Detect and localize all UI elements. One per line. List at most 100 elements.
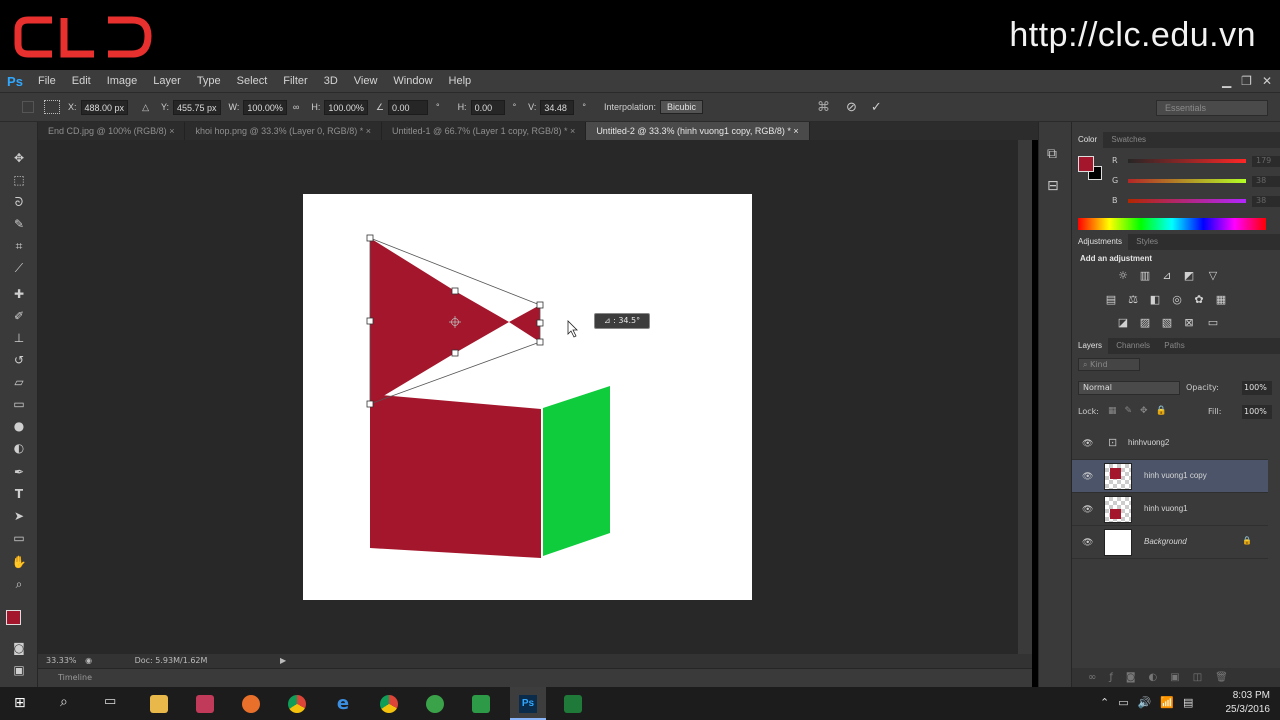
menu-help[interactable]: Help <box>441 75 480 87</box>
healing-brush-icon[interactable]: ✚ <box>10 286 28 302</box>
g-slider[interactable]: G 38 <box>1112 176 1280 188</box>
zoom-tool-icon[interactable]: ⌕ <box>10 576 28 592</box>
channel-mixer-icon[interactable]: ✿ <box>1192 294 1206 306</box>
taskbar-active-app[interactable]: Ps <box>510 687 546 720</box>
height-field[interactable]: 100.00% <box>324 99 368 115</box>
reference-point-icon[interactable] <box>44 100 60 114</box>
lasso-tool-icon[interactable]: ᘐ <box>10 194 28 210</box>
move-tool-icon[interactable]: ✥ <box>10 150 28 166</box>
minimize-icon[interactable]: ▁ <box>1222 74 1231 88</box>
tab-channels[interactable]: Channels <box>1110 341 1156 350</box>
menu-image[interactable]: Image <box>99 75 146 87</box>
layer-filter-select[interactable]: ⌕ Kind <box>1078 358 1140 371</box>
gradient-tool-icon[interactable]: ▭ <box>10 396 28 412</box>
visibility-eye-icon[interactable]: 👁 <box>1082 537 1094 547</box>
width-field[interactable]: 100.00% <box>243 99 287 115</box>
history-brush-icon[interactable]: ↺ <box>10 352 28 368</box>
curves-icon[interactable]: ⊿ <box>1160 270 1174 282</box>
tab-untitled-1[interactable]: Untitled-1 @ 66.7% (Layer 1 copy, RGB/8)… <box>382 122 587 140</box>
angle-field[interactable]: 0.00 <box>387 99 428 115</box>
tab-swatches[interactable]: Swatches <box>1105 135 1152 144</box>
vertical-scrollbar[interactable] <box>1018 140 1032 654</box>
zoom-level[interactable]: 33.33% <box>46 656 77 665</box>
color-lookup-icon[interactable]: ▦ <box>1214 294 1228 306</box>
black-white-icon[interactable]: ◧ <box>1148 294 1162 306</box>
screen-mode-icon[interactable]: ▣ <box>10 662 28 678</box>
shape-tool-icon[interactable]: ▭ <box>10 530 28 546</box>
tab-color[interactable]: Color <box>1072 132 1104 148</box>
stamp-tool-icon[interactable]: ⊥ <box>10 330 28 346</box>
task-view-icon[interactable]: ▭ <box>104 694 122 710</box>
internet-explorer-icon[interactable]: e <box>334 695 352 713</box>
blend-mode-select[interactable]: Normal <box>1078 381 1180 395</box>
menu-layer[interactable]: Layer <box>145 75 189 87</box>
brush-tool-icon[interactable]: ✐ <box>10 308 28 324</box>
visibility-eye-icon[interactable]: 👁 <box>1082 438 1094 448</box>
timeline-panel[interactable]: Timeline <box>38 668 1032 687</box>
file-explorer-icon[interactable] <box>150 695 168 713</box>
document-canvas[interactable] <box>303 194 752 600</box>
menu-select[interactable]: Select <box>229 75 276 87</box>
transform-preset-icon[interactable] <box>22 101 34 113</box>
marquee-tool-icon[interactable]: ⬚ <box>10 172 28 188</box>
menu-3d[interactable]: 3D <box>316 75 346 87</box>
warp-icon[interactable]: ⌘ <box>817 99 830 115</box>
crop-tool-icon[interactable]: ⌗ <box>10 238 28 254</box>
layer-row[interactable]: 👁 ⊡ hinhvuong2 <box>1072 427 1268 460</box>
eyedropper-tool-icon[interactable]: ⟋ <box>10 260 28 276</box>
y-field[interactable]: 455.75 px <box>173 99 221 115</box>
system-tray-icons[interactable]: ⌃▭🔊📶▤ <box>1100 696 1202 709</box>
tab-adjustments[interactable]: Adjustments <box>1072 234 1129 250</box>
foreground-color-swatch[interactable] <box>6 610 21 625</box>
search-icon[interactable]: ⌕ <box>60 694 76 710</box>
exposure-icon[interactable]: ◩ <box>1182 270 1196 282</box>
menu-edit[interactable]: Edit <box>64 75 99 87</box>
layer-row[interactable]: 👁 hinh vuong1 <box>1072 493 1268 526</box>
workspace-select[interactable]: Essentials <box>1156 100 1268 116</box>
menu-view[interactable]: View <box>346 75 386 87</box>
vskew-field[interactable]: 34.48 <box>540 99 575 115</box>
x-field[interactable]: 488.00 px <box>80 99 129 115</box>
quick-select-tool-icon[interactable]: ✎ <box>10 216 28 232</box>
lock-icons[interactable]: ▦✎✥🔒 <box>1108 406 1175 416</box>
fill-field[interactable]: 100% <box>1242 405 1272 419</box>
tab-untitled-2[interactable]: Untitled-2 @ 33.3% (hinh vuong1 copy, RG… <box>586 122 810 140</box>
taskbar-clock[interactable]: 8:03 PM 25/3/2016 <box>1226 689 1271 717</box>
app-icon[interactable] <box>196 695 214 713</box>
tab-styles[interactable]: Styles <box>1130 237 1164 246</box>
camtasia-recorder-icon[interactable] <box>564 695 582 713</box>
close-tab-icon[interactable]: × <box>169 126 174 136</box>
close-tab-icon[interactable]: × <box>366 126 371 136</box>
visibility-eye-icon[interactable]: 👁 <box>1082 471 1094 481</box>
levels-icon[interactable]: ▥ <box>1138 270 1152 282</box>
menu-filter[interactable]: Filter <box>275 75 315 87</box>
restore-icon[interactable]: ❐ <box>1241 74 1252 88</box>
hskew-field[interactable]: 0.00 <box>470 99 505 115</box>
layer-actions-bar[interactable]: ∞ƒ◙◐▣◫🗑 <box>1072 668 1280 687</box>
layer-row[interactable]: 👁 Background 🔒 <box>1072 526 1268 559</box>
vibrance-icon[interactable]: ▽ <box>1206 270 1220 282</box>
link-icon[interactable]: ∞ <box>293 102 299 112</box>
menu-file[interactable]: File <box>30 75 64 87</box>
close-tab-icon[interactable]: × <box>570 126 575 136</box>
eraser-tool-icon[interactable]: ▱ <box>10 374 28 390</box>
pen-tool-icon[interactable]: ✒ <box>10 464 28 480</box>
quick-mask-icon[interactable]: ◙ <box>10 640 28 656</box>
type-tool-icon[interactable]: T <box>10 486 28 502</box>
close-tab-icon[interactable]: × <box>793 126 798 136</box>
menu-type[interactable]: Type <box>189 75 229 87</box>
hue-saturation-icon[interactable]: ▤ <box>1104 294 1118 306</box>
posterize-icon[interactable]: ▨ <box>1138 317 1152 329</box>
windows-start-icon[interactable]: ⊞ <box>14 695 30 711</box>
threshold-icon[interactable]: ▧ <box>1160 317 1174 329</box>
close-icon[interactable]: ✕ <box>1262 74 1272 88</box>
selective-color-icon[interactable]: ⊠ <box>1182 317 1196 329</box>
invert-icon[interactable]: ◪ <box>1116 317 1130 329</box>
brightness-icon[interactable]: ☼ <box>1116 270 1130 282</box>
visibility-eye-icon[interactable]: 👁 <box>1082 504 1094 514</box>
hand-tool-icon[interactable]: ✋ <box>10 554 28 570</box>
properties-panel-icon[interactable]: ⊟ <box>1047 178 1059 194</box>
chrome-icon[interactable] <box>380 695 398 713</box>
camtasia-icon[interactable] <box>472 695 490 713</box>
history-panel-icon[interactable]: ⧉ <box>1047 146 1057 162</box>
